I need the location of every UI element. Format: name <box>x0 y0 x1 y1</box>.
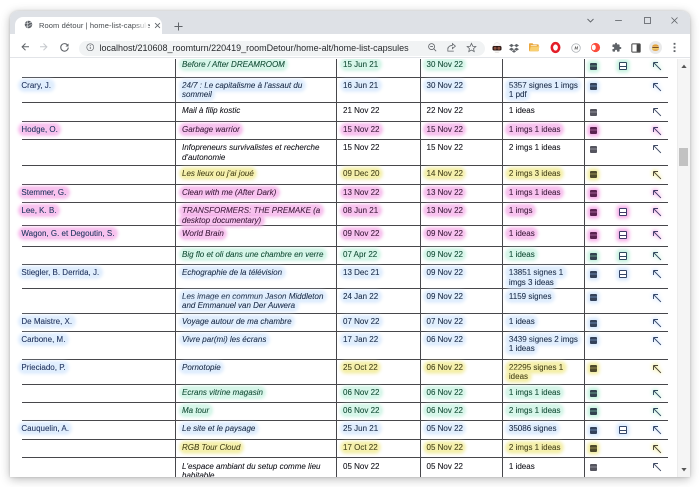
svg-text:M: M <box>574 45 578 50</box>
